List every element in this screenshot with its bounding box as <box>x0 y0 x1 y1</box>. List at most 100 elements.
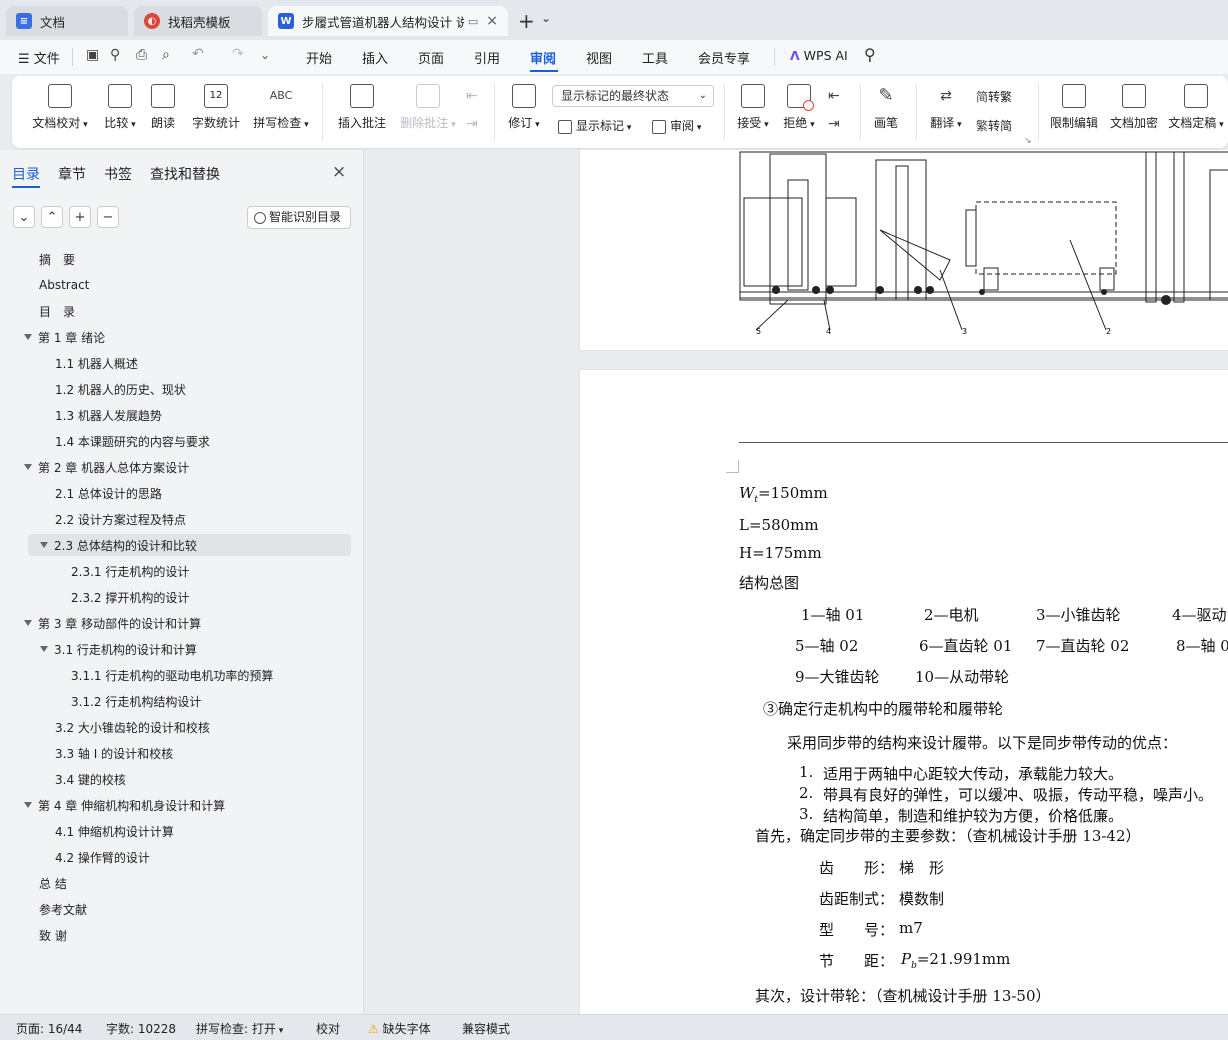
restrict-edit-button[interactable]: 限制编辑 <box>1048 84 1100 131</box>
toc-item[interactable]: 3.1 行走机构的设计和计算 <box>0 638 351 660</box>
print-preview-icon[interactable]: ⌕ <box>162 47 170 63</box>
previous-comment-icon[interactable]: ⇤ <box>466 88 478 104</box>
undo-icon[interactable]: ↶ <box>192 46 204 62</box>
translate-button[interactable]: ⇄ 翻译 ▾ <box>926 84 966 131</box>
toc-item[interactable]: 3.3 轴 I 的设计和校核 <box>0 742 351 764</box>
toc-item[interactable]: 4.1 伸缩机构设计计算 <box>0 820 351 842</box>
tab-toc[interactable]: 目录 <box>12 164 40 184</box>
toc-item[interactable]: 摘 要 <box>0 248 351 270</box>
caret-down-icon[interactable] <box>24 334 32 340</box>
doc-check-button[interactable]: 文档校对 ▾ <box>28 84 92 131</box>
smart-toc-button[interactable]: 智能识别目录 <box>247 206 351 229</box>
word-count-indicator[interactable]: 字数: 10228 <box>106 1020 176 1037</box>
tab-bookmarks[interactable]: 书签 <box>104 164 132 184</box>
save-icon[interactable]: ▣ <box>86 47 99 63</box>
toc-item[interactable]: 3.1.1 行走机构的驱动电机功率的预算 <box>0 664 351 686</box>
menu-insert[interactable]: 插入 <box>362 48 388 67</box>
toc-item[interactable]: 3.2 大小锥齿轮的设计和校核 <box>0 716 351 738</box>
caret-down-icon[interactable] <box>24 464 32 470</box>
menu-tools[interactable]: 工具 <box>642 48 668 67</box>
toc-item[interactable]: 2.3.2 撑开机构的设计 <box>0 586 351 608</box>
toc-item[interactable]: 目 录 <box>0 300 351 322</box>
toc-item[interactable]: 参考文献 <box>0 898 351 920</box>
next-comment-icon[interactable]: ⇥ <box>466 116 478 132</box>
missing-font-indicator[interactable]: ⚠ 缺失字体 <box>368 1020 431 1037</box>
caret-down-icon[interactable] <box>24 620 32 626</box>
menu-page[interactable]: 页面 <box>418 48 444 67</box>
caret-down-icon[interactable] <box>40 542 48 548</box>
quick-access-more-icon[interactable]: ⌄ <box>260 48 270 62</box>
menu-references[interactable]: 引用 <box>474 48 500 67</box>
pen-button[interactable]: ✎ 画笔 <box>870 84 902 131</box>
menu-membership[interactable]: 会员专享 <box>698 48 750 67</box>
caret-down-icon[interactable] <box>24 802 32 808</box>
next-change-icon[interactable]: ⇥ <box>828 116 840 132</box>
review-pane-button[interactable]: 审阅 ▾ <box>652 117 701 134</box>
toc-item[interactable]: 致 谢 <box>0 924 351 946</box>
new-tab-button[interactable]: + <box>518 9 535 33</box>
expand-group-icon[interactable]: ↘ <box>1024 136 1032 146</box>
spell-check-button[interactable]: ABC 拼写检查 ▾ <box>250 84 312 131</box>
tab-list-dropdown-icon[interactable]: ⌄ <box>541 11 551 25</box>
compare-button[interactable]: 比较 ▾ <box>98 84 142 131</box>
spell-check-status[interactable]: 拼写检查: 打开 ▾ <box>196 1020 283 1037</box>
toc-item[interactable]: 第 1 章 绪论 <box>0 326 351 348</box>
finalize-button[interactable]: 文档定稿 ▾ <box>1168 84 1224 131</box>
expand-all-button[interactable]: ⌃ <box>41 206 63 228</box>
tab-chapters[interactable]: 章节 <box>58 164 86 184</box>
to-traditional-button[interactable]: 简转繁 <box>976 88 1012 105</box>
close-icon[interactable]: × <box>486 13 498 29</box>
tab-find-replace[interactable]: 查找和替换 <box>150 164 220 184</box>
paragraph-first: 首先，确定同步带的主要参数：（查机械设计手册 13-42） <box>755 827 1141 845</box>
menu-home[interactable]: 开始 <box>306 48 332 67</box>
read-aloud-button[interactable]: 朗读 <box>148 84 178 131</box>
toc-item[interactable]: Abstract <box>0 274 351 296</box>
caret-down-icon[interactable] <box>40 646 48 652</box>
toc-item-selected[interactable]: 2.3 总体结构的设计和比较 <box>28 534 351 556</box>
toc-item[interactable]: 1.4 本课题研究的内容与要求 <box>0 430 351 452</box>
menu-view[interactable]: 视图 <box>586 48 612 67</box>
delete-comment-button[interactable]: 删除批注 ▾ <box>396 84 460 131</box>
accept-button[interactable]: 接受 ▾ <box>734 84 772 131</box>
close-panel-icon[interactable]: × <box>332 162 346 182</box>
toc-item[interactable]: 总 结 <box>0 872 351 894</box>
toc-item[interactable]: 2.2 设计方案过程及特点 <box>0 508 351 530</box>
wps-ai-button[interactable]: Ʌ WPS AI <box>790 48 848 63</box>
remove-heading-button[interactable]: − <box>97 206 119 228</box>
monitor-icon[interactable]: ▭ <box>468 15 478 28</box>
toc-item[interactable]: 4.2 操作臂的设计 <box>0 846 351 868</box>
format-painter-icon[interactable]: ⚲ <box>110 47 120 63</box>
toc-item[interactable]: 2.1 总体设计的思路 <box>0 482 351 504</box>
previous-change-icon[interactable]: ⇤ <box>828 88 840 104</box>
menu-review[interactable]: 审阅 <box>530 48 556 67</box>
collapse-all-button[interactable]: ⌄ <box>13 206 35 228</box>
file-menu[interactable]: ☰ 文件 <box>18 48 60 67</box>
toc-item[interactable]: 3.4 键的校核 <box>0 768 351 790</box>
divider <box>322 84 323 140</box>
insert-comment-button[interactable]: 插入批注 <box>334 84 390 131</box>
toc-item[interactable]: 3.1.2 行走机构结构设计 <box>0 690 351 712</box>
tab-current-document[interactable]: W 步履式管道机器人结构设计 说 ▭ × <box>268 6 508 36</box>
proofread-status[interactable]: 校对 <box>316 1020 340 1037</box>
reject-button[interactable]: 拒绝 ▾ <box>780 84 818 131</box>
redo-icon[interactable]: ↷ <box>232 46 244 62</box>
toc-item[interactable]: 1.2 机器人的历史、现状 <box>0 378 351 400</box>
search-icon[interactable]: ⚲ <box>864 45 876 64</box>
show-markup-button[interactable]: 显示标记 ▾ <box>558 117 631 134</box>
toc-item[interactable]: 第 3 章 移动部件的设计和计算 <box>0 612 351 634</box>
toc-item[interactable]: 第 2 章 机器人总体方案设计 <box>0 456 351 478</box>
add-heading-button[interactable]: + <box>69 206 91 228</box>
tab-templates[interactable]: ◐ 找稻壳模板 <box>134 6 262 36</box>
toc-item[interactable]: 第 4 章 伸缩机构和机身设计和计算 <box>0 794 351 816</box>
word-count-button[interactable]: 12 字数统计 <box>188 84 244 131</box>
print-icon[interactable]: ⎙ <box>136 47 147 63</box>
toc-item[interactable]: 2.3.1 行走机构的设计 <box>0 560 351 582</box>
toc-item[interactable]: 1.1 机器人概述 <box>0 352 351 374</box>
markup-state-select[interactable]: 显示标记的最终状态 ⌄ <box>552 85 714 107</box>
revise-button[interactable]: 修订 ▾ <box>504 84 544 131</box>
toc-item[interactable]: 1.3 机器人发展趋势 <box>0 404 351 426</box>
tab-docs[interactable]: ≡ 文档 <box>6 6 128 36</box>
encrypt-button[interactable]: 文档加密 <box>1108 84 1160 131</box>
to-simplified-button[interactable]: 繁转简 <box>976 117 1012 134</box>
page-indicator[interactable]: 页面: 16/44 <box>16 1020 82 1037</box>
